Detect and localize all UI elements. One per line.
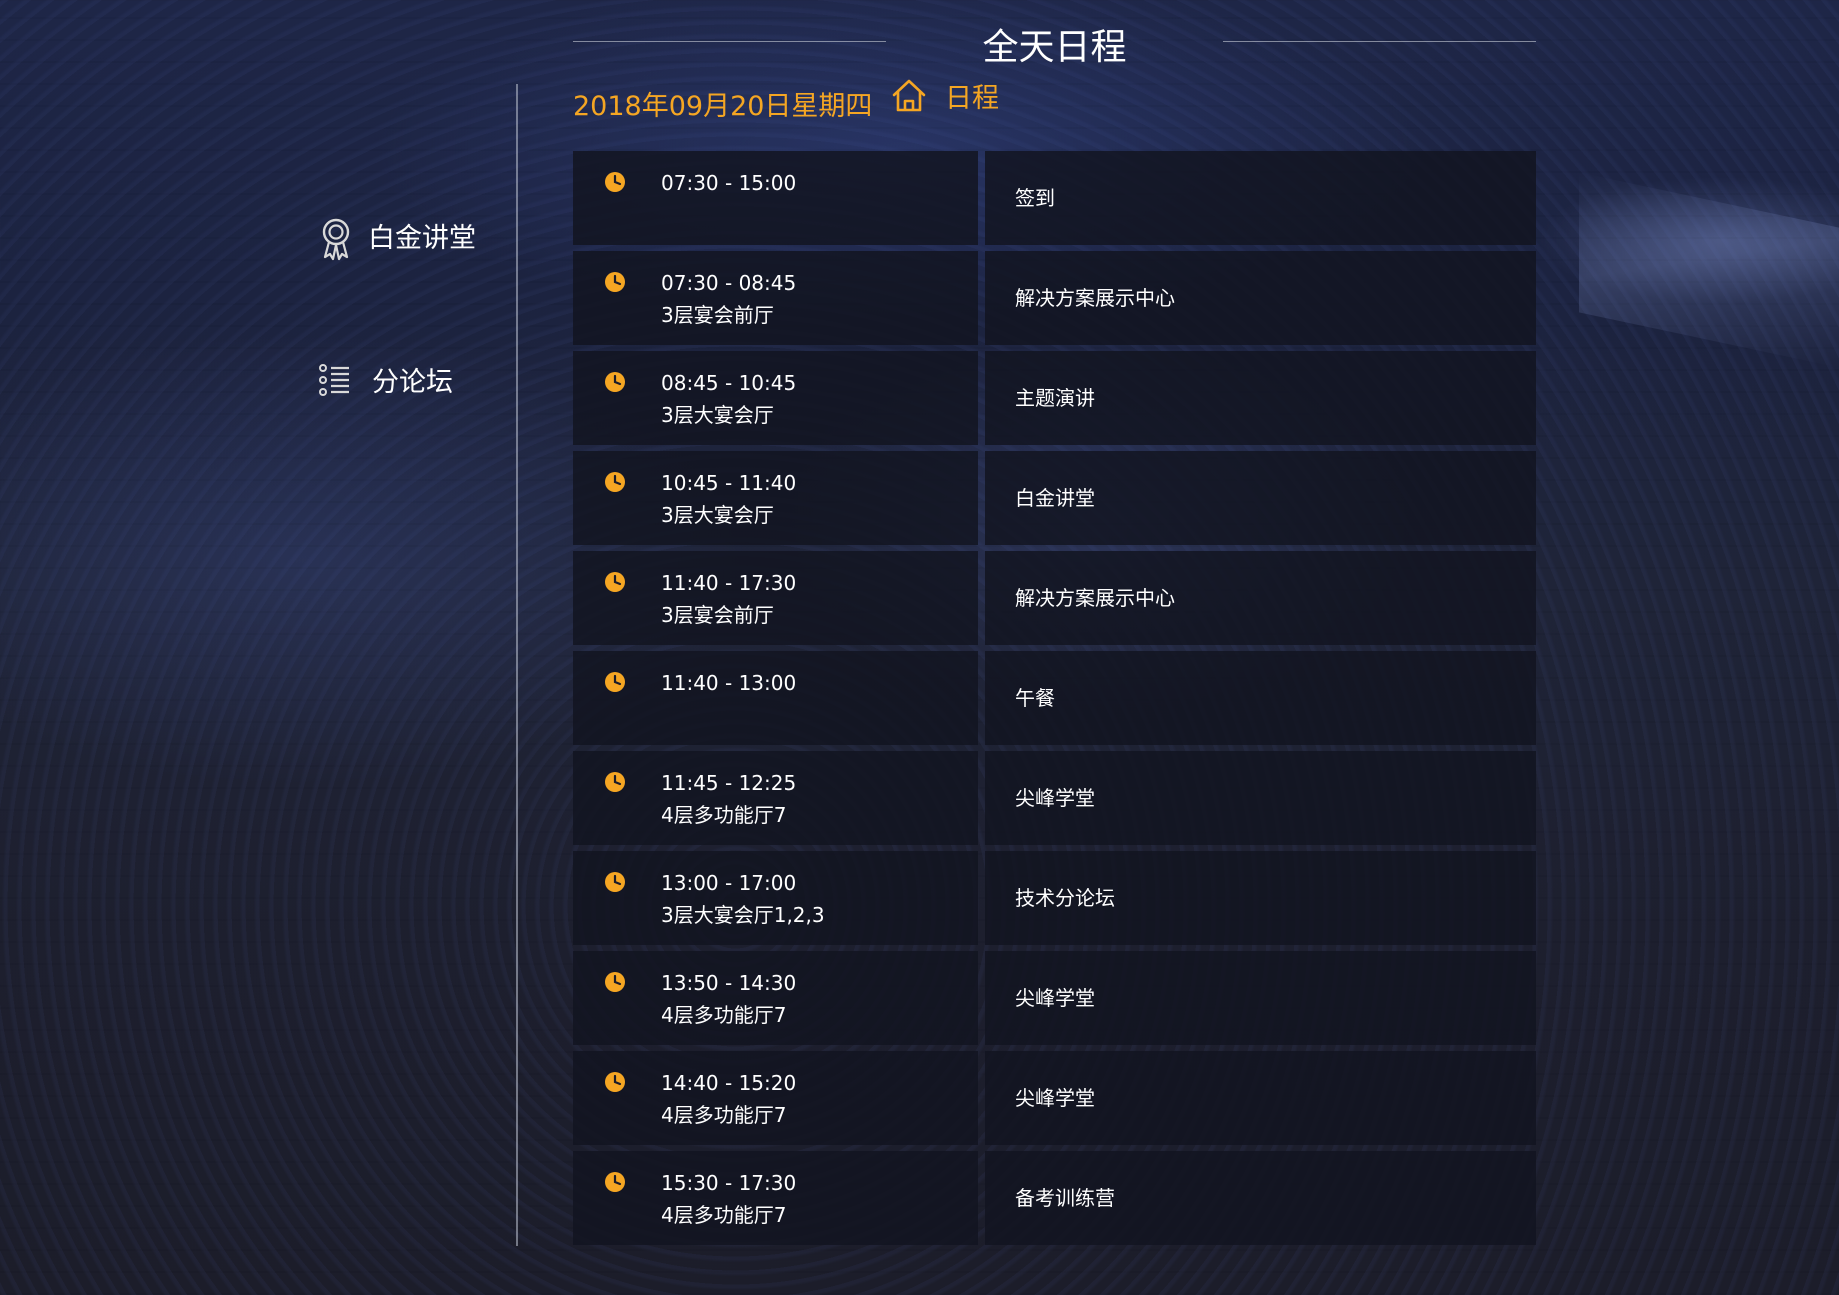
schedule-row[interactable]: 13:50 - 14:30 4层多功能厅7 尖峰学堂 [573,951,1536,1045]
time-range: 13:00 - 17:00 [661,871,797,895]
time-range: 11:40 - 17:30 [661,571,797,595]
event-cell: 技术分论坛 [985,851,1536,945]
event-cell: 尖峰学堂 [985,751,1536,845]
sidebar-item-forum[interactable]: 分论坛 [318,360,453,399]
event-cell: 备考训练营 [985,1151,1536,1245]
event-name: 技术分论坛 [1015,886,1115,910]
location: 3层大宴会厅 [661,403,774,427]
time-cell: 11:40 - 17:30 3层宴会前厅 [573,551,978,645]
time-range: 11:45 - 12:25 [661,771,797,795]
event-name: 解决方案展示中心 [1015,286,1175,310]
location: 4层多功能厅7 [661,1003,787,1027]
schedule-row[interactable]: 10:45 - 11:40 3层大宴会厅 白金讲堂 [573,451,1536,545]
clock-icon [605,172,625,192]
sidebar-divider [516,84,518,1246]
time-cell: 08:45 - 10:45 3层大宴会厅 [573,351,978,445]
location: 3层宴会前厅 [661,303,774,327]
event-name: 午餐 [1015,686,1055,710]
clock-icon [605,572,625,592]
location: 4层多功能厅7 [661,1103,787,1127]
time-cell: 15:30 - 17:30 4层多功能厅7 [573,1151,978,1245]
location: 4层多功能厅7 [661,1203,787,1227]
location: 4层多功能厅7 [661,803,787,827]
clock-icon [605,372,625,392]
home-icon [891,77,927,115]
clock-icon [605,1172,625,1192]
schedule-row[interactable]: 11:45 - 12:25 4层多功能厅7 尖峰学堂 [573,751,1536,845]
sidebar-item-schedule[interactable]: 日程 [891,76,1839,115]
location: 3层大宴会厅1,2,3 [661,903,825,927]
event-cell: 签到 [985,151,1536,245]
schedule-row[interactable]: 13:00 - 17:00 3层大宴会厅1,2,3 技术分论坛 [573,851,1536,945]
schedule-row[interactable]: 14:40 - 15:20 4层多功能厅7 尖峰学堂 [573,1051,1536,1145]
location: 3层宴会前厅 [661,603,774,627]
time-cell: 07:30 - 15:00 [573,151,978,245]
clock-icon [605,972,625,992]
title-rule-right [1223,41,1536,42]
event-name: 尖峰学堂 [1015,986,1095,1010]
schedule-row[interactable]: 11:40 - 17:30 3层宴会前厅 解决方案展示中心 [573,551,1536,645]
event-name: 备考训练营 [1015,1186,1115,1210]
time-range: 14:40 - 15:20 [661,1071,797,1095]
time-cell: 11:45 - 12:25 4层多功能厅7 [573,751,978,845]
location: 3层大宴会厅 [661,503,774,527]
sidebar-item-label: 白金讲堂 [368,223,476,254]
clock-icon [605,272,625,292]
schedule-row[interactable]: 07:30 - 15:00 签到 [573,151,1536,245]
event-name: 尖峰学堂 [1015,1086,1095,1110]
event-name: 签到 [1015,186,1055,210]
event-name: 白金讲堂 [1015,486,1095,510]
sidebar-item-label: 日程 [945,83,999,114]
event-name: 尖峰学堂 [1015,786,1095,810]
event-cell: 尖峰学堂 [985,951,1536,1045]
time-range: 08:45 - 10:45 [661,371,797,395]
event-cell: 尖峰学堂 [985,1051,1536,1145]
time-range: 13:50 - 14:30 [661,971,797,995]
time-range: 15:30 - 17:30 [661,1171,797,1195]
time-range: 07:30 - 08:45 [661,271,797,295]
event-cell: 午餐 [985,651,1536,745]
time-range: 10:45 - 11:40 [661,471,797,495]
time-cell: 14:40 - 15:20 4层多功能厅7 [573,1051,978,1145]
time-range: 11:40 - 13:00 [661,671,797,695]
clock-icon [605,472,625,492]
time-range: 07:30 - 15:00 [661,171,797,195]
event-name: 主题演讲 [1015,386,1095,410]
sidebar-item-platinum-lecture[interactable]: 白金讲堂 [318,216,476,260]
event-cell: 白金讲堂 [985,451,1536,545]
clock-icon [605,872,625,892]
schedule-row[interactable]: 08:45 - 10:45 3层大宴会厅 主题演讲 [573,351,1536,445]
stage-light [1579,172,1839,368]
list-icon [318,361,354,399]
time-cell: 11:40 - 13:00 [573,651,978,745]
clock-icon [605,772,625,792]
schedule-row[interactable]: 07:30 - 08:45 3层宴会前厅 解决方案展示中心 [573,251,1536,345]
time-cell: 13:50 - 14:30 4层多功能厅7 [573,951,978,1045]
event-cell: 解决方案展示中心 [985,251,1536,345]
schedule-row[interactable]: 15:30 - 17:30 4层多功能厅7 备考训练营 [573,1151,1536,1245]
title-rule-left [573,41,886,42]
schedule-date: 2018年09月20日星期四 [573,91,873,122]
page-title: 全天日程 [982,27,1127,68]
event-cell: 解决方案展示中心 [985,551,1536,645]
schedule-row[interactable]: 11:40 - 13:00 午餐 [573,651,1536,745]
time-cell: 07:30 - 08:45 3层宴会前厅 [573,251,978,345]
time-cell: 10:45 - 11:40 3层大宴会厅 [573,451,978,545]
page-header: 全天日程 [573,18,1536,68]
event-name: 解决方案展示中心 [1015,586,1175,610]
award-ribbon-icon [318,217,354,260]
clock-icon [605,672,625,692]
sidebar-item-label: 分论坛 [372,367,453,398]
event-cell: 主题演讲 [985,351,1536,445]
time-cell: 13:00 - 17:00 3层大宴会厅1,2,3 [573,851,978,945]
clock-icon [605,1072,625,1092]
